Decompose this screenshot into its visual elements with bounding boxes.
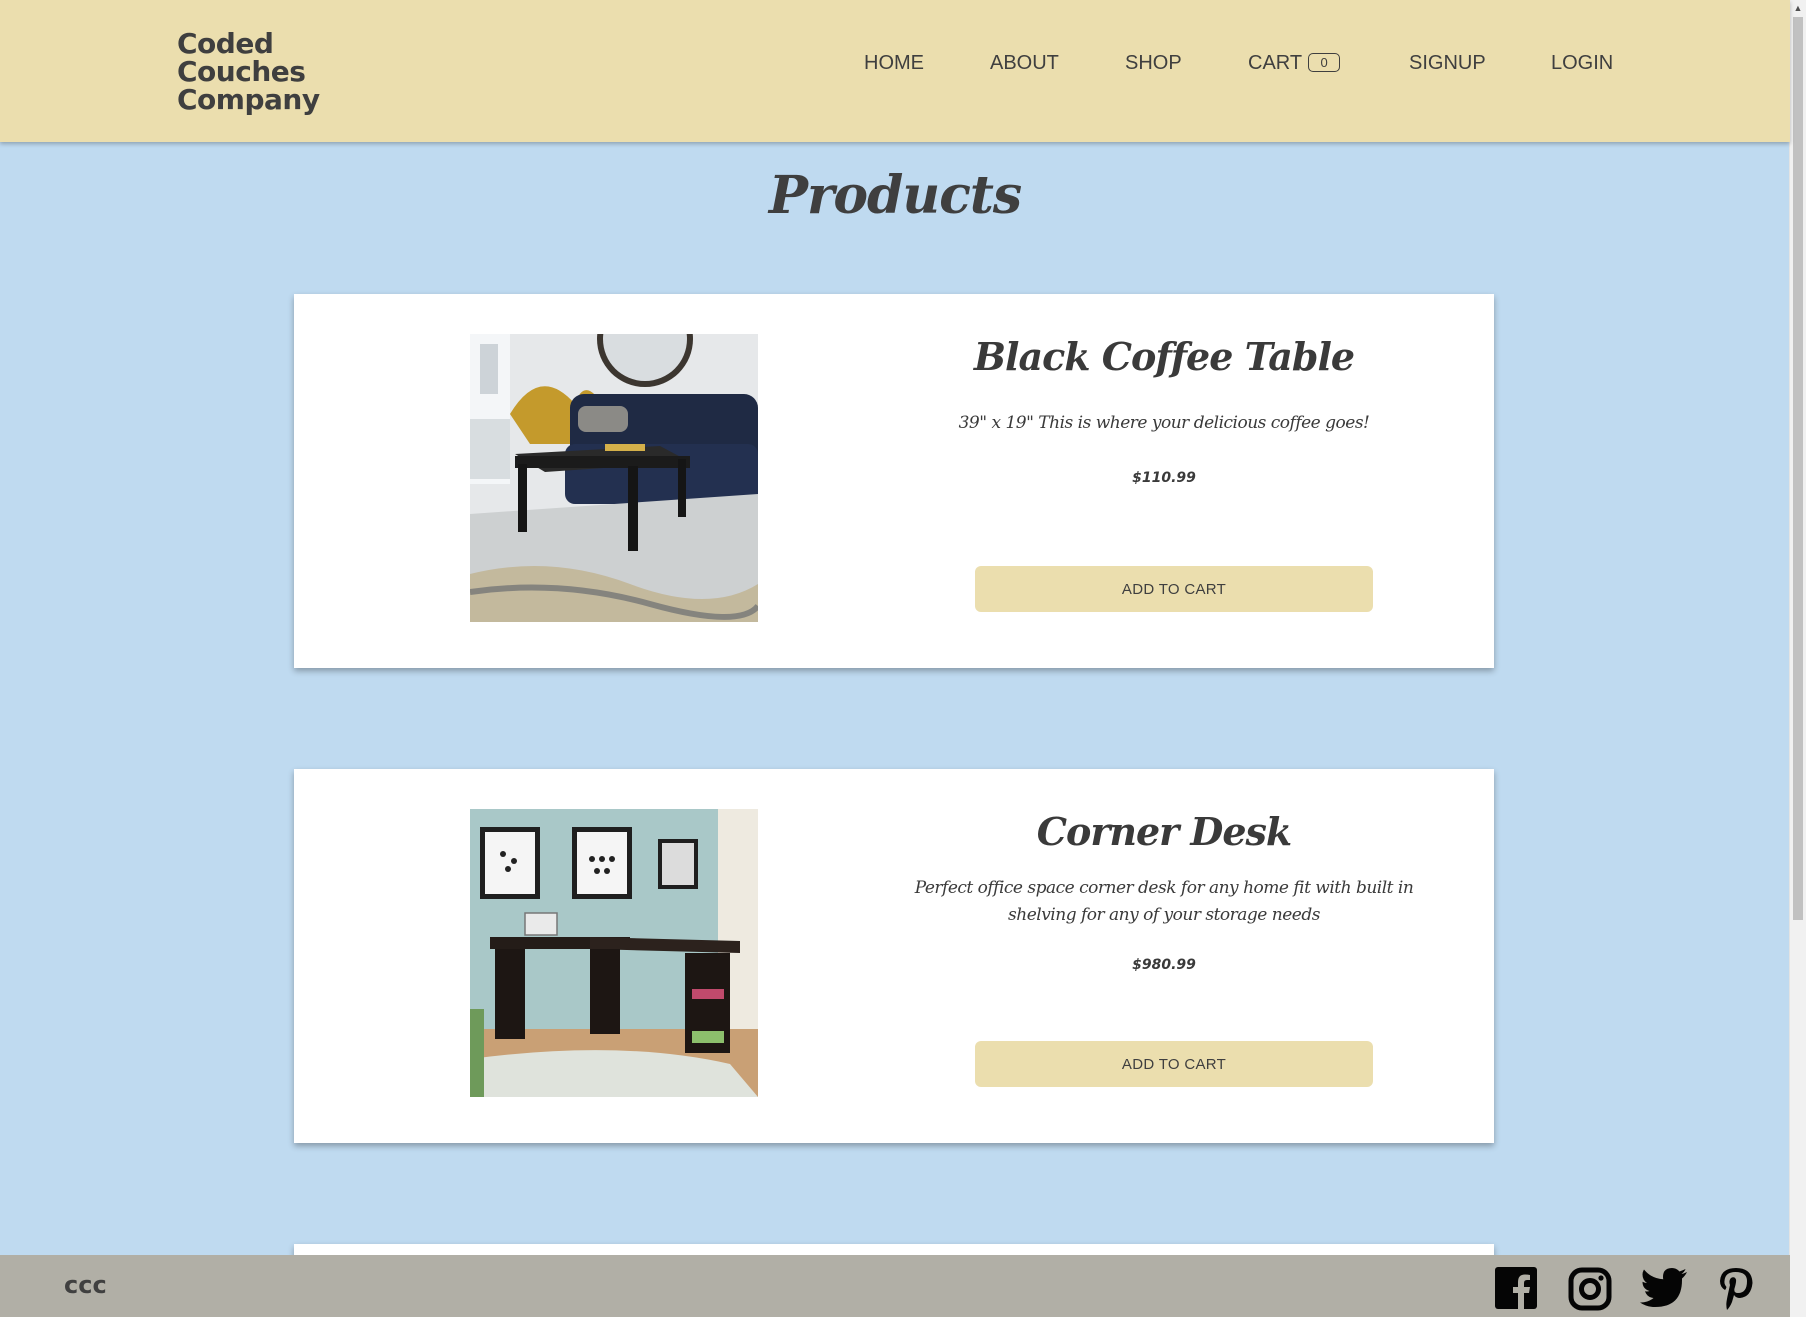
product-description: 39" x 19" This is where your delicious c… bbox=[958, 412, 1370, 433]
nav-home[interactable]: HOME bbox=[864, 52, 924, 75]
nav-shop[interactable]: SHOP bbox=[1125, 52, 1182, 75]
site-footer: ccc bbox=[0, 1255, 1790, 1317]
product-title: Corner Desk bbox=[1036, 809, 1293, 854]
site-header: Coded Couches Company HOME ABOUT SHOP CA… bbox=[0, 0, 1790, 142]
nav-cart[interactable]: CART 0 bbox=[1248, 52, 1341, 75]
nav-signup[interactable]: SIGNUP bbox=[1409, 52, 1486, 75]
scroll-up-arrow-icon[interactable]: ▲ bbox=[1790, 0, 1806, 16]
product-info: Black Coffee Table 39" x 19" This is whe… bbox=[889, 334, 1439, 486]
logo-line-3: Company bbox=[177, 83, 320, 116]
nav-login[interactable]: LOGIN bbox=[1551, 52, 1613, 75]
product-title: Black Coffee Table bbox=[973, 334, 1355, 379]
footer-text: ccc bbox=[64, 1271, 107, 1299]
brand-logo[interactable]: Coded Couches Company bbox=[177, 30, 320, 114]
twitter-icon[interactable] bbox=[1640, 1267, 1688, 1314]
pinterest-icon[interactable] bbox=[1718, 1267, 1754, 1316]
nav-cart-label: CART bbox=[1248, 52, 1303, 74]
add-to-cart-button[interactable]: ADD TO CART bbox=[975, 566, 1373, 612]
logo-line-2: Couches bbox=[177, 55, 306, 88]
page-title: Products bbox=[768, 165, 1022, 226]
add-to-cart-button[interactable]: ADD TO CART bbox=[975, 1041, 1373, 1087]
corner-desk-photo bbox=[470, 809, 758, 1097]
scroll-thumb[interactable] bbox=[1793, 17, 1803, 920]
product-info: Corner Desk Perfect office space corner … bbox=[889, 809, 1439, 973]
nav-about[interactable]: ABOUT bbox=[990, 52, 1059, 75]
product-card: Black Coffee Table 39" x 19" This is whe… bbox=[294, 294, 1494, 668]
product-price: $110.99 bbox=[1132, 469, 1196, 486]
product-price: $980.99 bbox=[1132, 956, 1196, 973]
coffee-table-photo bbox=[470, 334, 758, 622]
logo-line-1: Coded bbox=[177, 27, 274, 60]
facebook-icon[interactable] bbox=[1495, 1267, 1537, 1314]
instagram-icon[interactable] bbox=[1568, 1267, 1612, 1316]
product-description: Perfect office space corner desk for any… bbox=[914, 877, 1414, 925]
page-scrollbar[interactable]: ▲ bbox=[1789, 0, 1806, 1317]
product-card: Corner Desk Perfect office space corner … bbox=[294, 769, 1494, 1143]
cart-count-badge: 0 bbox=[1308, 53, 1341, 72]
